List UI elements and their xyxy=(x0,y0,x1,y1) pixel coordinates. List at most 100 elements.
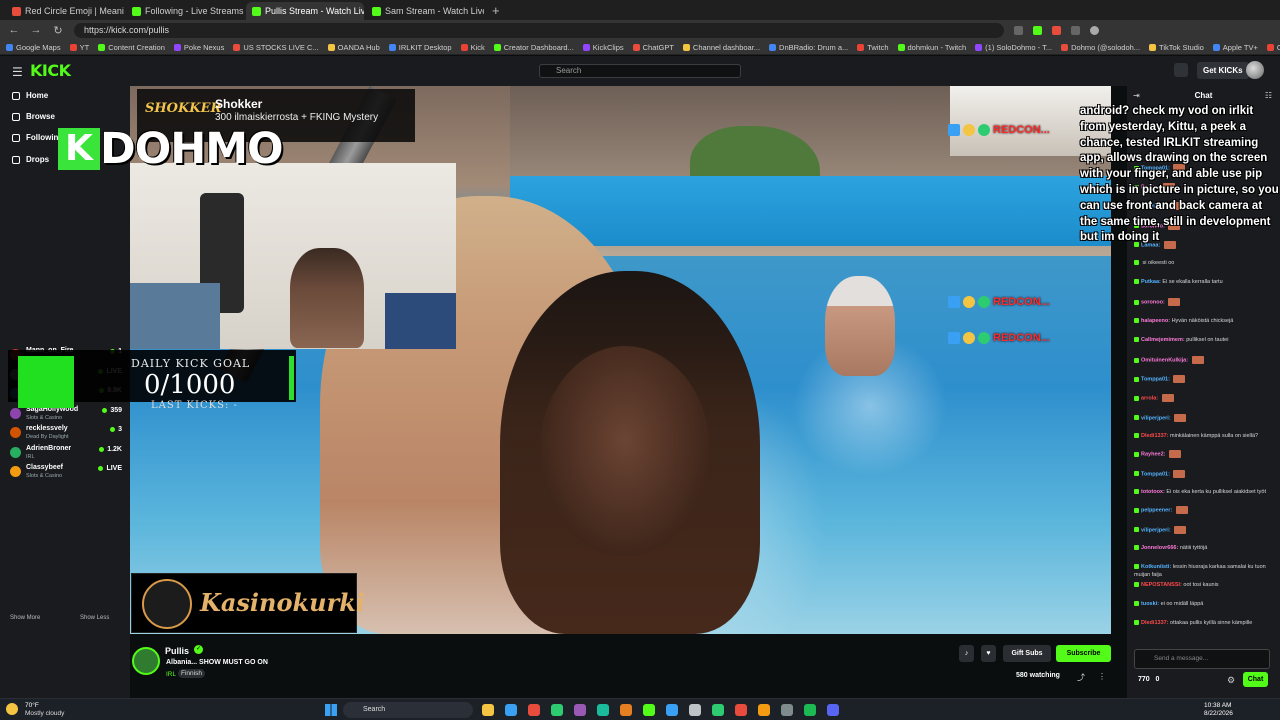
search-input[interactable]: Search xyxy=(539,64,741,78)
chat-username[interactable]: Putkaa: xyxy=(1141,279,1161,285)
bookmark-item[interactable]: US STOCKS LIVE C... xyxy=(233,43,319,52)
chat-username[interactable]: tototoox: xyxy=(1141,489,1165,495)
chat-username[interactable]: Callmejemimem: xyxy=(1141,337,1185,343)
chat-username[interactable]: Tomppa01: xyxy=(1141,471,1170,477)
sidebar-item-drops[interactable]: Drops xyxy=(12,155,49,164)
chat-username[interactable]: viliperjperi: xyxy=(1141,415,1171,421)
extension-icon[interactable] xyxy=(1033,25,1042,35)
users-icon[interactable]: ☷ xyxy=(1265,91,1272,100)
sidebar-item-following[interactable]: Following xyxy=(12,133,63,142)
collapse-chat-icon[interactable]: ⇥ xyxy=(1133,91,1140,100)
bookmark-item[interactable]: IRLKIT Desktop xyxy=(388,43,452,52)
taskbar-search[interactable]: Search xyxy=(343,702,473,718)
user-avatar[interactable] xyxy=(1246,61,1264,79)
forward-icon[interactable]: → xyxy=(30,24,42,36)
share-icon[interactable]: ⤴ xyxy=(1077,672,1085,683)
bell-icon[interactable]: ♪ xyxy=(959,645,974,662)
browser-tab[interactable]: Sam Stream - Watch Live on K✕ xyxy=(366,2,484,20)
bookmark-item[interactable]: Channel dashboar... xyxy=(682,43,760,52)
chat-username[interactable]: arrola: xyxy=(1141,396,1158,402)
profile-avatar-icon[interactable] xyxy=(1090,25,1099,35)
kick-logo[interactable]: KICK xyxy=(30,61,71,80)
menu-icon[interactable]: ☰ xyxy=(12,65,23,79)
bookmark-item[interactable]: Google Maps xyxy=(6,43,61,52)
bookmark-item[interactable]: Poke Nexus xyxy=(173,43,224,52)
bookmark-item[interactable]: ChatGPT xyxy=(632,43,674,52)
bookmark-item[interactable]: (1) SoloDohmo - T... xyxy=(975,43,1052,52)
bookmark-item[interactable]: Content Creation xyxy=(98,43,165,52)
taskbar-app-icon[interactable] xyxy=(758,704,770,716)
chat-username[interactable]: Dledi1337: xyxy=(1141,620,1169,626)
chat-username[interactable]: Kotkuniisti: xyxy=(1141,564,1171,570)
sidebar-channel[interactable]: recklessvely Dead By Daylight 3 xyxy=(10,424,122,444)
taskbar-app-icon[interactable] xyxy=(804,704,816,716)
back-icon[interactable]: ← xyxy=(8,24,20,36)
taskbar-app-icon[interactable] xyxy=(482,704,494,716)
heart-icon[interactable]: ♥ xyxy=(981,645,996,662)
windows-start-icon[interactable] xyxy=(325,704,337,716)
bookmark-item[interactable]: dohmkun - Twitch xyxy=(897,43,966,52)
chat-send-button[interactable]: Chat xyxy=(1243,672,1268,687)
taskbar-app-icon[interactable] xyxy=(620,704,632,716)
taskbar-app-icon[interactable] xyxy=(735,704,747,716)
bookmark-item[interactable]: Other favorites xyxy=(1266,43,1280,52)
streamer-name[interactable]: Pullis xyxy=(165,646,189,656)
reload-icon[interactable]: ↻ xyxy=(52,24,64,37)
language-tag[interactable]: Finnish xyxy=(178,669,205,678)
bookmark-item[interactable]: DnBRadio: Drum a... xyxy=(769,43,848,52)
chat-username[interactable]: OmituinenKulkija: xyxy=(1141,357,1188,363)
gift-subs-button[interactable]: Gift Subs xyxy=(1003,645,1051,662)
chat-username[interactable]: soronoo: xyxy=(1141,300,1165,306)
chat-username[interactable]: Dledi1337: xyxy=(1141,433,1169,439)
taskbar-app-icon[interactable] xyxy=(551,704,563,716)
more-icon[interactable]: ⋮ xyxy=(1098,672,1106,681)
bookmark-item[interactable]: OANDA Hub xyxy=(327,43,380,52)
chat-username[interactable]: tuoski: xyxy=(1141,601,1159,607)
taskbar-app-icon[interactable] xyxy=(643,704,655,716)
extension-icon[interactable] xyxy=(1071,25,1080,35)
extension-icon[interactable] xyxy=(1052,25,1061,35)
sidebar-item-home[interactable]: Home xyxy=(12,91,48,100)
taskbar-app-icon[interactable] xyxy=(781,704,793,716)
streamer-avatar[interactable] xyxy=(132,647,160,675)
taskbar-app-icon[interactable] xyxy=(528,704,540,716)
taskbar-app-icon[interactable] xyxy=(827,704,839,716)
browser-tab-active[interactable]: Pullis Stream - Watch Live on✕ xyxy=(246,2,364,20)
sidebar-channel[interactable]: AdrienBroner IRL 1.2K xyxy=(10,444,122,464)
chat-username[interactable]: Tomppa01: xyxy=(1141,377,1170,383)
browser-tab[interactable]: Following - Live Streams on Kick✕ xyxy=(126,2,244,20)
show-less-link[interactable]: Show Less xyxy=(80,615,109,621)
get-kicks-button[interactable]: Get KICKs xyxy=(1197,62,1249,79)
new-tab-button[interactable]: + xyxy=(486,2,506,20)
bookmark-item[interactable]: Apple TV+ xyxy=(1212,43,1258,52)
bookmark-item[interactable]: Kick xyxy=(460,43,485,52)
chat-username[interactable]: Jonnelovr666: xyxy=(1141,545,1178,551)
show-more-link[interactable]: Show More xyxy=(10,615,40,621)
browser-tab[interactable]: Red Circle Emoji | Meaning, C✕ xyxy=(6,2,124,20)
url-field[interactable]: https://kick.com/pullis xyxy=(74,22,1004,38)
chat-username[interactable]: pelppeener: xyxy=(1141,508,1172,514)
chat-username[interactable]: NEPOSTANSSI: xyxy=(1141,582,1182,588)
extension-icon[interactable] xyxy=(1014,25,1023,35)
bookmark-item[interactable]: TikTok Studio xyxy=(1149,43,1204,52)
sidebar-channel[interactable]: Classybeef Slots & Casino LIVE xyxy=(10,463,122,483)
taskbar-app-icon[interactable] xyxy=(666,704,678,716)
sidebar-item-browse[interactable]: Browse xyxy=(12,112,55,121)
taskbar-app-icon[interactable] xyxy=(597,704,609,716)
bookmark-item[interactable]: KickClips xyxy=(582,43,624,52)
chat-username[interactable]: viliperjperi: xyxy=(1141,527,1171,533)
bookmark-item[interactable]: YT xyxy=(69,43,89,52)
taskbar-app-icon[interactable] xyxy=(689,704,701,716)
bookmark-item[interactable]: Creator Dashboard... xyxy=(493,43,574,52)
bookmark-item[interactable]: Twitch xyxy=(857,43,889,52)
notifications-icon[interactable] xyxy=(1174,63,1188,77)
taskbar-app-icon[interactable] xyxy=(712,704,724,716)
taskbar-app-icon[interactable] xyxy=(505,704,517,716)
chat-username[interactable]: Rayhee2: xyxy=(1141,452,1165,458)
gear-icon[interactable]: ⚙ xyxy=(1227,675,1235,686)
weather-icon[interactable] xyxy=(6,703,18,715)
chat-username[interactable]: halapeeno: xyxy=(1141,318,1170,324)
bookmark-item[interactable]: Dohmo (@solodoh... xyxy=(1061,43,1140,52)
category-link[interactable]: IRL xyxy=(166,671,176,678)
taskbar-app-icon[interactable] xyxy=(574,704,586,716)
